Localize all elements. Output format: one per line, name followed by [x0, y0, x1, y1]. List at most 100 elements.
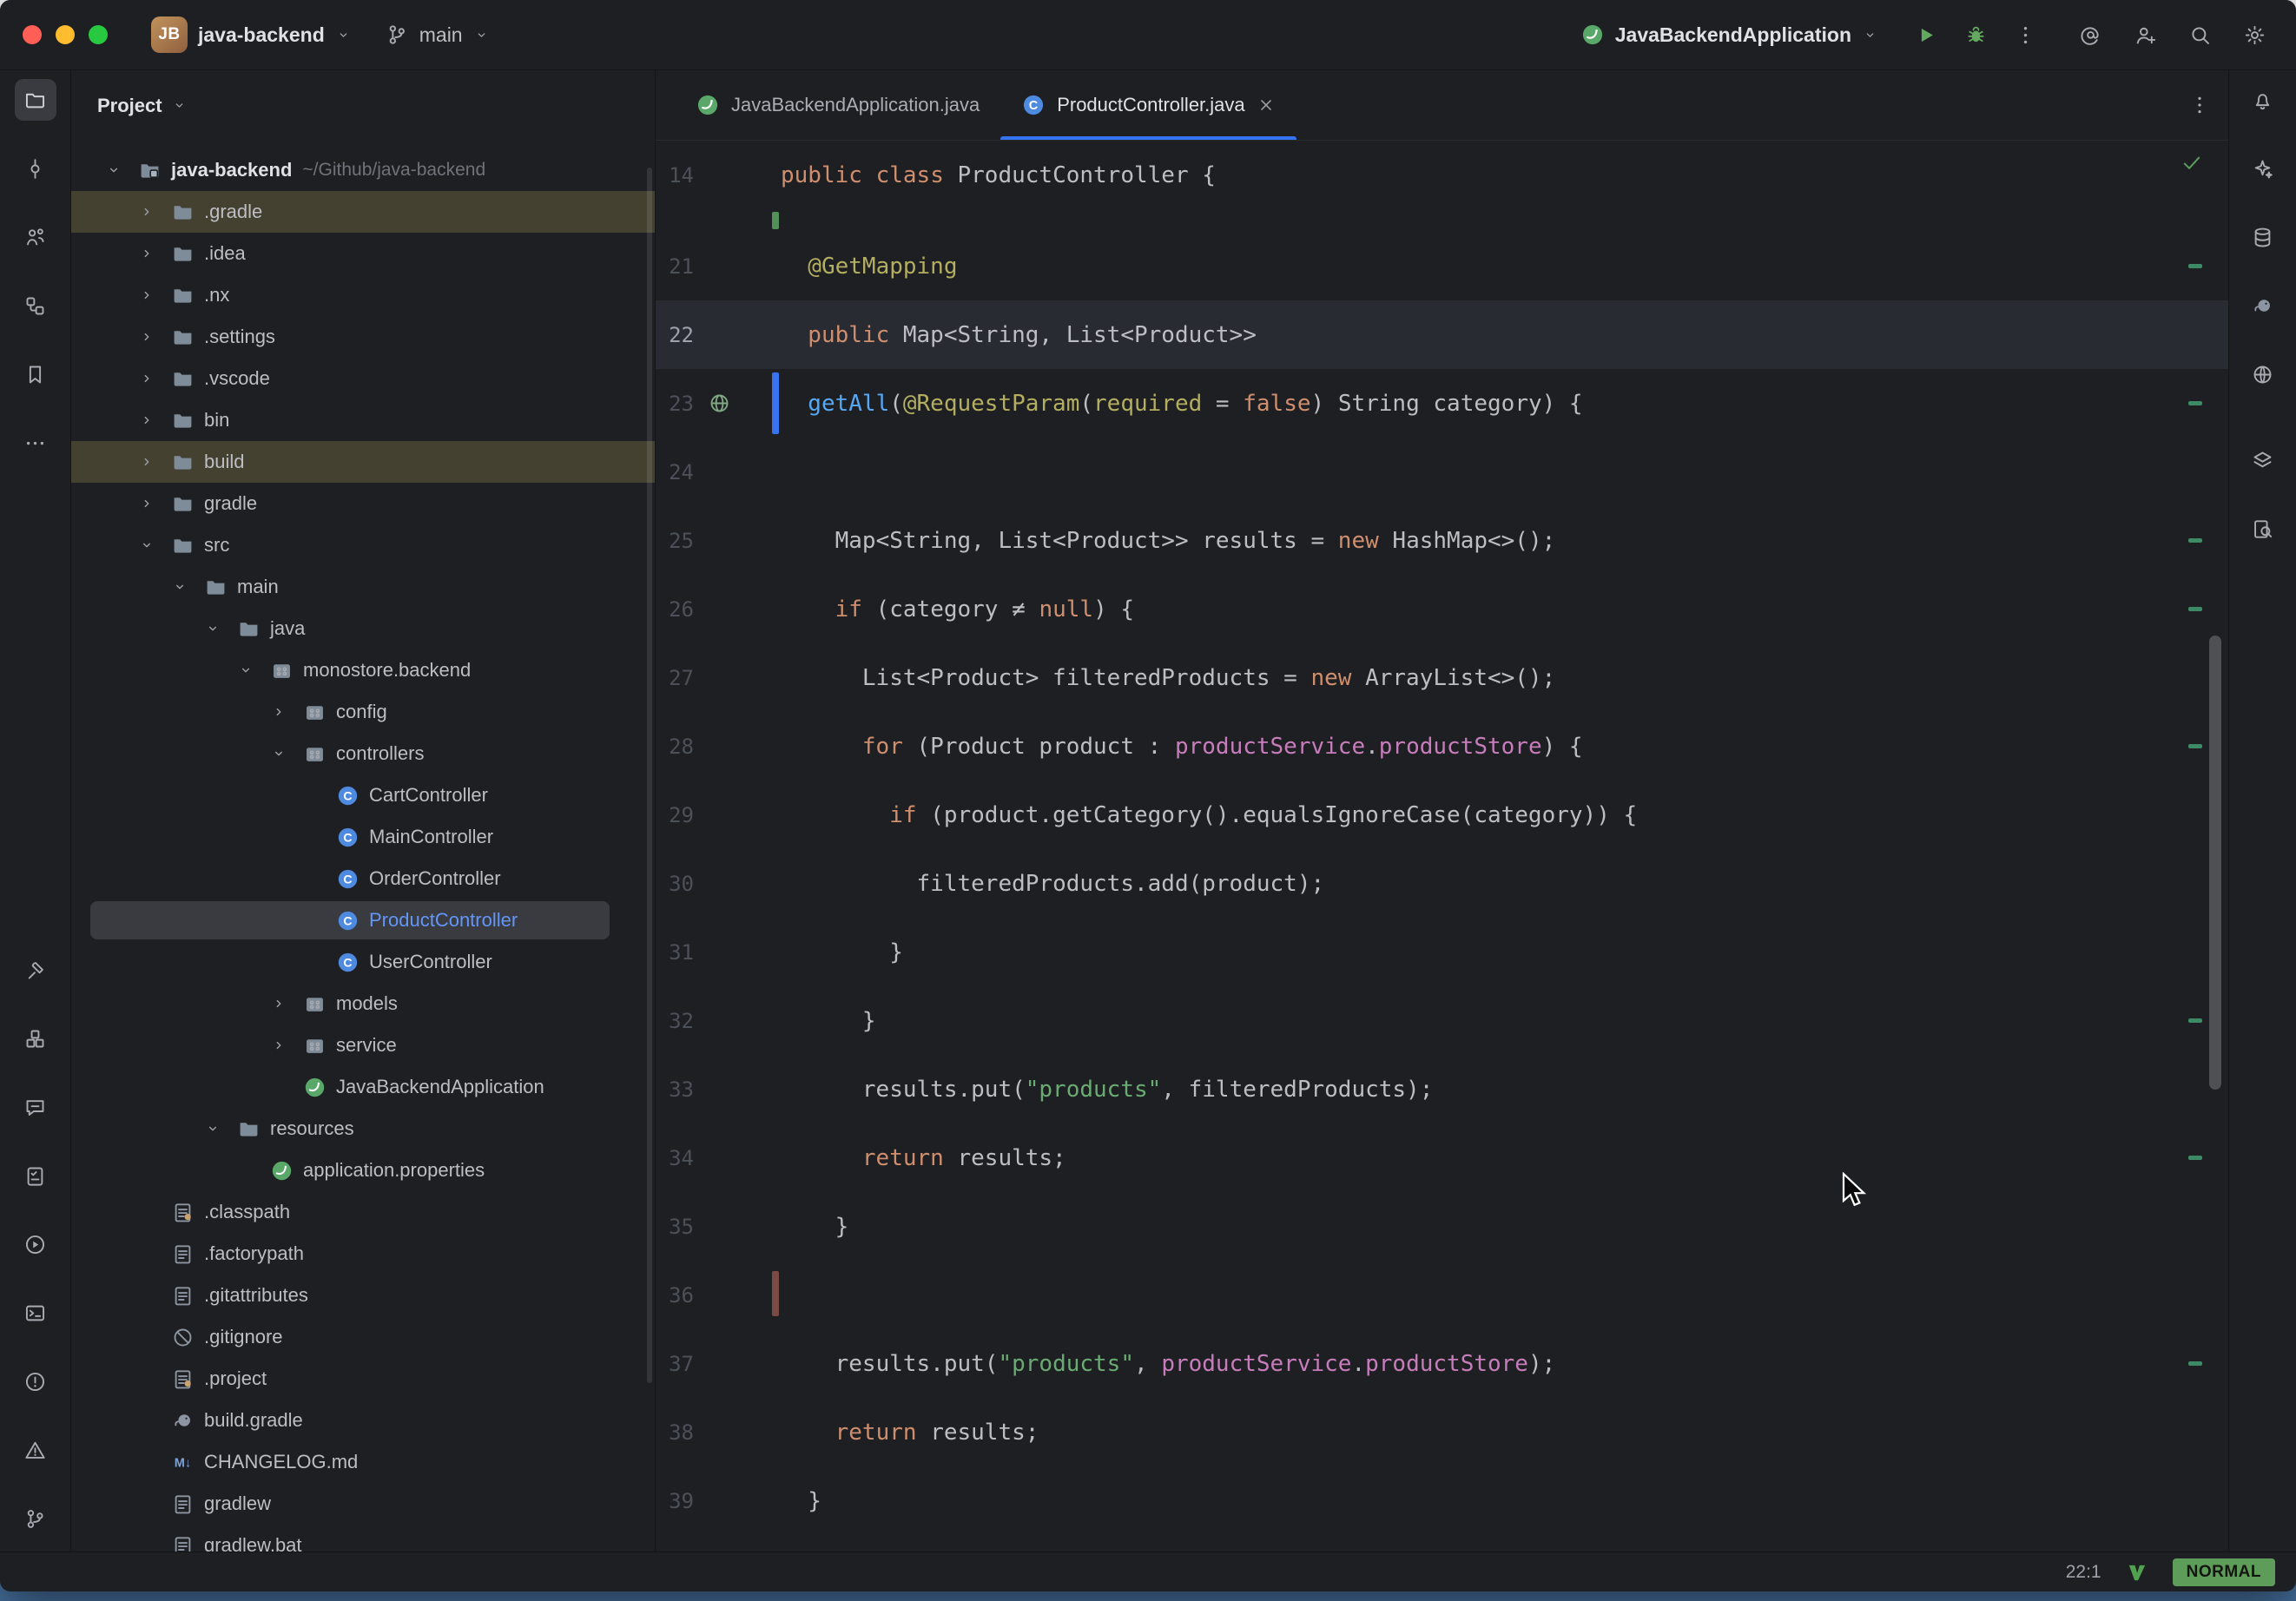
line-number[interactable]: 22 — [656, 323, 697, 347]
code-line-34[interactable]: 34return results; — [656, 1123, 2228, 1192]
pull-requests-icon[interactable] — [15, 216, 56, 258]
warnings-icon[interactable] — [15, 1429, 56, 1471]
ai-assistant-tool-icon[interactable] — [2242, 148, 2284, 189]
tree-item-build-gradle[interactable]: build.gradle — [71, 1400, 655, 1441]
settings-icon[interactable] — [2243, 23, 2266, 47]
tree-item-idea[interactable]: .idea — [71, 233, 655, 274]
line-number[interactable]: 27 — [656, 666, 697, 690]
tree-item-controllers[interactable]: controllers — [71, 733, 655, 774]
code-line-25[interactable]: 25Map<String, List<Product>> results = n… — [656, 506, 2228, 575]
code-line-24[interactable]: 24 — [656, 438, 2228, 506]
project-panel-header[interactable]: Project — [71, 70, 655, 141]
dependencies-icon[interactable] — [15, 1018, 56, 1059]
tree-item-changelog-md[interactable]: M↓CHANGELOG.md — [71, 1441, 655, 1483]
documentation-icon[interactable] — [2242, 508, 2284, 550]
vcs-modified-marker[interactable] — [772, 369, 779, 438]
tree-item-nx[interactable]: .nx — [71, 274, 655, 316]
tree-item-main[interactable]: main — [71, 566, 655, 608]
project-widget[interactable]: JB java-backend — [141, 10, 362, 60]
vcs-stripe-mark[interactable] — [2188, 1156, 2202, 1160]
tree-item-gitattributes[interactable]: .gitattributes — [71, 1275, 655, 1316]
line-number[interactable]: 26 — [656, 597, 697, 622]
code-line-37[interactable]: 37results.put("products", productService… — [656, 1329, 2228, 1398]
services-icon[interactable] — [15, 1223, 56, 1265]
line-number[interactable]: 25 — [656, 529, 697, 553]
chevron-right-icon[interactable] — [138, 203, 171, 221]
chevron-down-icon[interactable] — [171, 578, 204, 596]
ai-assistant-icon[interactable] — [2079, 23, 2102, 47]
search-everywhere-icon[interactable] — [2188, 23, 2212, 47]
tree-item-java[interactable]: java — [71, 608, 655, 649]
ideavim-icon[interactable] — [2126, 1561, 2148, 1584]
tree-item-src[interactable]: src — [71, 524, 655, 566]
project-icon[interactable] — [15, 79, 56, 121]
code-line-35[interactable]: 35} — [656, 1192, 2228, 1261]
code-line-27[interactable]: 27List<Product> filteredProducts = new A… — [656, 643, 2228, 712]
line-number[interactable]: 23 — [656, 392, 697, 416]
tree-item-ordercontroller[interactable]: COrderController — [71, 858, 655, 899]
tree-item-vscode[interactable]: .vscode — [71, 358, 655, 399]
chevron-right-icon[interactable] — [138, 245, 171, 262]
chevron-right-icon[interactable] — [270, 703, 303, 721]
project-tree-scrollbar[interactable] — [647, 168, 652, 1383]
chevron-right-icon[interactable] — [270, 1037, 303, 1054]
vcs-stripe-mark[interactable] — [2188, 1361, 2202, 1366]
tree-item-maincontroller[interactable]: CMainController — [71, 816, 655, 858]
vcs-stripe-mark[interactable] — [2188, 264, 2202, 268]
tree-item-classpath[interactable]: .classpath — [71, 1191, 655, 1233]
vcs-stripe-mark[interactable] — [2188, 744, 2202, 748]
code-line-33[interactable]: 33results.put("products", filteredProduc… — [656, 1055, 2228, 1123]
tree-item-java-backend[interactable]: java-backend~/Github/java-backend — [71, 149, 655, 191]
tree-item-monostore-backend[interactable]: monostore.backend — [71, 649, 655, 691]
chevron-right-icon[interactable] — [138, 412, 171, 429]
bookmarks-icon[interactable] — [15, 353, 56, 395]
code-line-23[interactable]: 23getAll(@RequestParam(required = false)… — [656, 369, 2228, 438]
ai-chat-icon[interactable] — [15, 1086, 56, 1128]
database-icon[interactable] — [2242, 216, 2284, 258]
code-line-36[interactable]: 36 — [656, 1261, 2228, 1329]
more-run-options-button[interactable] — [2014, 23, 2037, 47]
tree-item-service[interactable]: service — [71, 1025, 655, 1066]
endpoint-globe-icon[interactable] — [697, 392, 741, 415]
run-button[interactable] — [1915, 23, 1938, 47]
tree-item-usercontroller[interactable]: CUserController — [71, 941, 655, 983]
tree-item-application-properties[interactable]: application.properties — [71, 1150, 655, 1191]
code-line-30[interactable]: 30filteredProducts.add(product); — [656, 849, 2228, 918]
chevron-right-icon[interactable] — [138, 453, 171, 471]
line-number[interactable]: 24 — [656, 460, 697, 484]
vcs-stripe-mark[interactable] — [2188, 607, 2202, 611]
code-line-22[interactable]: 22public Map<String, List<Product>> — [656, 300, 2228, 369]
chevron-right-icon[interactable] — [270, 995, 303, 1012]
line-number[interactable]: 39 — [656, 1489, 697, 1513]
minimize-button[interactable] — [56, 25, 75, 44]
todo-icon[interactable] — [15, 1155, 56, 1196]
tree-item-gitignore[interactable]: .gitignore — [71, 1316, 655, 1358]
folded-region[interactable] — [656, 209, 2228, 232]
terminal-icon[interactable] — [15, 1292, 56, 1334]
tree-item-gradle[interactable]: .gradle — [71, 191, 655, 233]
build-artifac-icon[interactable] — [2242, 439, 2284, 481]
chevron-down-icon[interactable] — [237, 662, 270, 679]
notifications-icon[interactable] — [2242, 79, 2284, 121]
vcs-stripe-mark[interactable] — [2188, 538, 2202, 543]
debug-button[interactable] — [1964, 23, 1988, 47]
code-line-38[interactable]: 38return results; — [656, 1398, 2228, 1466]
code-line-21[interactable]: 21@GetMapping — [656, 232, 2228, 300]
tree-item-project[interactable]: .project — [71, 1358, 655, 1400]
line-number[interactable]: 37 — [656, 1352, 697, 1376]
tree-item-factorypath[interactable]: .factorypath — [71, 1233, 655, 1275]
zoom-button[interactable] — [89, 25, 108, 44]
tree-item-productcontroller[interactable]: CProductController — [71, 899, 655, 941]
more-tools-icon[interactable] — [15, 422, 56, 464]
code-line-29[interactable]: 29if (product.getCategory().equalsIgnore… — [656, 781, 2228, 849]
gradle-icon[interactable] — [2242, 285, 2284, 326]
vcs-deleted-marker[interactable] — [772, 1261, 779, 1329]
vcs-stripe-mark[interactable] — [2188, 401, 2202, 405]
line-number[interactable]: 38 — [656, 1420, 697, 1445]
line-number[interactable]: 35 — [656, 1215, 697, 1239]
chevron-down-icon[interactable] — [204, 1120, 237, 1137]
structure-icon[interactable] — [15, 285, 56, 326]
chevron-down-icon[interactable] — [270, 745, 303, 762]
tab-javabackendapplication-java[interactable]: JavaBackendApplication.java — [675, 70, 1000, 140]
vim-mode-badge[interactable]: NORMAL — [2173, 1558, 2275, 1586]
